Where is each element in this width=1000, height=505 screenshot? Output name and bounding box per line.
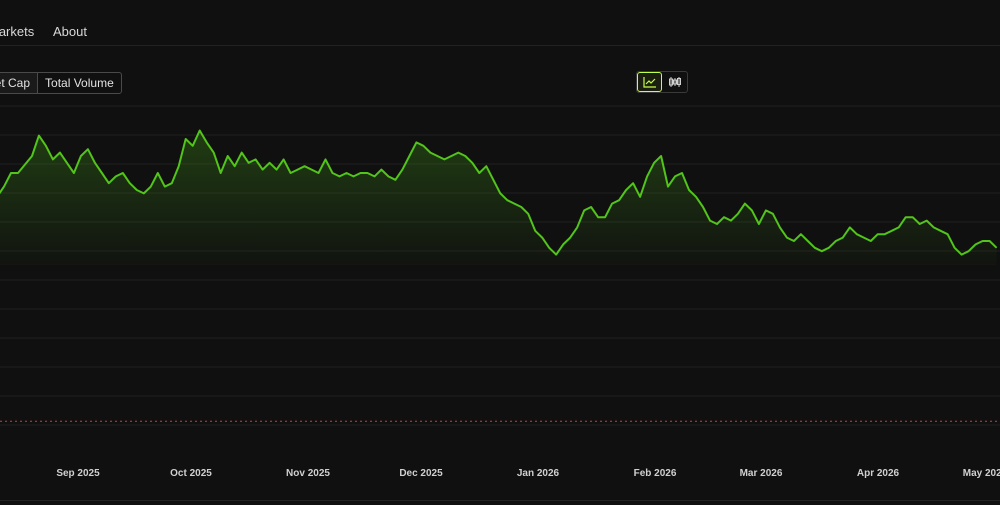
chart-type-toggle (636, 71, 688, 93)
x-axis-ticks: Sep 2025 Oct 2025 Nov 2025 Dec 2025 Jan 2026… (56, 468, 1000, 479)
tab-total-volume[interactable]: Total Volume (37, 73, 121, 93)
candlestick-icon (668, 77, 681, 87)
candlestick-button[interactable] (662, 72, 687, 92)
tab-market-cap[interactable]: Market Cap (0, 73, 38, 93)
area-fills (0, 130, 997, 265)
x-tick-label: Mar 2026 (740, 468, 783, 479)
x-tick-label: Dec 2025 (399, 468, 443, 479)
x-tick-label: May 2026 (963, 468, 1000, 479)
x-tick-label: Jan 2026 (517, 468, 560, 479)
bottom-divider (0, 500, 1000, 501)
nav-markets-link[interactable]: Markets (0, 24, 34, 39)
market-cap-chart: Sep 2025 Oct 2025 Nov 2025 Dec 2025 Jan 2026… (0, 105, 1000, 479)
nav-about-link[interactable]: About (53, 24, 87, 39)
metric-tabs: Market Cap Total Volume (0, 72, 122, 94)
top-nav: Markets About (0, 0, 1000, 46)
x-tick-label: Apr 2026 (857, 468, 900, 479)
line-chart-button[interactable] (637, 72, 663, 92)
x-tick-label: Sep 2025 (56, 468, 100, 479)
area-fill-above (0, 130, 997, 265)
x-tick-label: Nov 2025 (286, 468, 330, 479)
grid-lines (0, 105, 1000, 426)
x-tick-label: Feb 2026 (634, 468, 677, 479)
line-chart-icon (642, 77, 656, 88)
x-tick-label: Oct 2025 (170, 468, 212, 479)
